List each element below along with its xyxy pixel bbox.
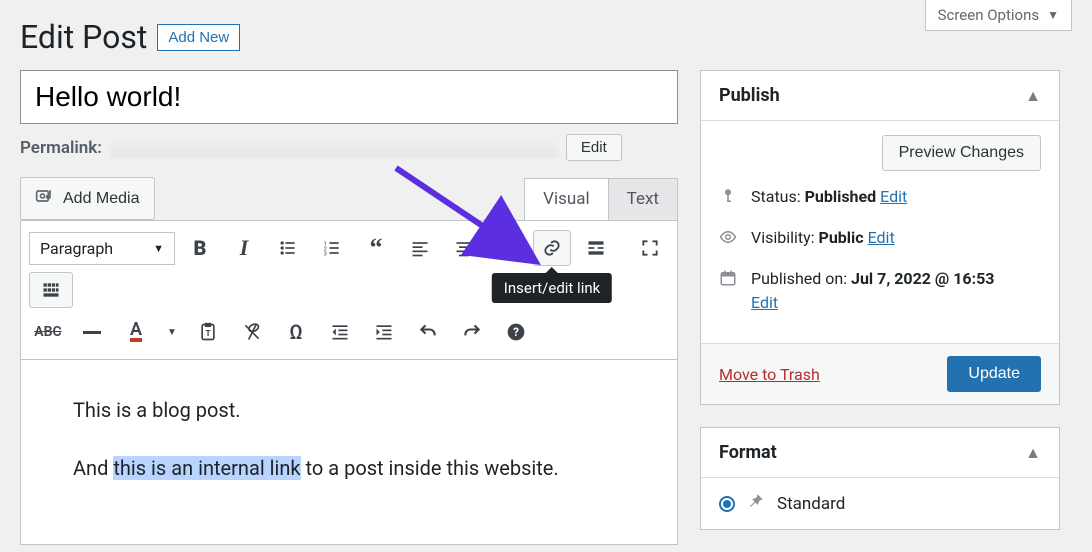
horizontal-rule-button[interactable] [73, 314, 111, 350]
add-media-label: Add Media [63, 190, 140, 208]
help-button[interactable]: ? [497, 314, 535, 350]
align-right-button[interactable] [489, 230, 527, 266]
editor-column: Permalink: Edit Add Media Visual T [20, 70, 678, 552]
calendar-icon [719, 269, 737, 294]
editor-paragraph-1: This is a blog post. [73, 394, 625, 426]
format-option-label: Standard [777, 494, 845, 514]
permalink-row: Permalink: Edit [20, 134, 678, 161]
selected-text: this is an internal link [113, 456, 300, 480]
post-title-input[interactable] [20, 70, 678, 124]
collapse-icon[interactable]: ▲ [1025, 86, 1041, 106]
permalink-url-blurred [110, 138, 558, 158]
editor-content[interactable]: This is a blog post. And this is an inte… [20, 360, 678, 545]
published-on-row: Published on: Jul 7, 2022 @ 16:53 Edit [719, 267, 1041, 315]
format-option-standard[interactable]: Standard [719, 492, 1041, 515]
numbered-list-button[interactable]: 123 [313, 230, 351, 266]
link-tooltip: Insert/edit link [492, 273, 612, 303]
add-media-button[interactable]: Add Media [20, 177, 155, 220]
format-box: Format ▲ Standard [700, 427, 1060, 530]
publish-box: Publish ▲ Preview Changes Status: Publis… [700, 70, 1060, 405]
visibility-edit-link[interactable]: Edit [868, 228, 895, 247]
tab-text[interactable]: Text [608, 178, 678, 220]
tab-visual[interactable]: Visual [524, 178, 608, 220]
toolbar-toggle-button[interactable] [29, 272, 73, 308]
outdent-button[interactable] [321, 314, 359, 350]
update-button[interactable]: Update [947, 356, 1041, 392]
preview-changes-button[interactable]: Preview Changes [882, 135, 1041, 171]
indent-button[interactable] [365, 314, 403, 350]
chevron-down-icon: ▼ [1047, 8, 1059, 22]
camera-music-icon [35, 186, 55, 211]
paragraph-selector[interactable]: Paragraph ▼ [29, 232, 175, 265]
fullscreen-button[interactable] [631, 230, 669, 266]
permalink-edit-button[interactable]: Edit [566, 134, 622, 161]
italic-button[interactable]: I [225, 230, 263, 266]
published-on-edit-link[interactable]: Edit [751, 293, 778, 312]
editor-paragraph-2: And this is an internal link to a post i… [73, 452, 625, 484]
special-character-button[interactable]: Ω [277, 314, 315, 350]
format-heading: Format [719, 442, 777, 463]
strikethrough-button[interactable]: ABC [29, 314, 67, 350]
paste-text-button[interactable]: T [189, 314, 227, 350]
pin-icon [747, 492, 765, 515]
visibility-row: Visibility: Public Edit [719, 226, 1041, 253]
status-edit-link[interactable]: Edit [880, 187, 907, 206]
chevron-down-icon: ▼ [153, 242, 164, 255]
text-color-button[interactable]: A [117, 314, 155, 350]
redo-button[interactable] [453, 314, 491, 350]
read-more-button[interactable] [577, 230, 615, 266]
clear-formatting-button[interactable] [233, 314, 271, 350]
screen-options-tab[interactable]: Screen Options ▼ [925, 0, 1072, 31]
screen-options-label: Screen Options [938, 6, 1040, 24]
svg-text:T: T [206, 329, 211, 339]
add-new-button[interactable]: Add New [157, 24, 240, 51]
paragraph-selector-label: Paragraph [40, 239, 113, 258]
align-left-button[interactable] [401, 230, 439, 266]
status-row: Status: Published Edit [719, 185, 1041, 212]
align-center-button[interactable] [445, 230, 483, 266]
svg-text:3: 3 [324, 252, 327, 258]
editor-toolbar: Paragraph ▼ B I 123 “ [20, 220, 678, 360]
key-icon [719, 187, 737, 212]
page-title: Edit Post [20, 18, 147, 56]
eye-icon [719, 228, 737, 253]
svg-text:?: ? [513, 325, 519, 339]
text-color-dropdown[interactable]: ▼ [161, 314, 183, 350]
radio-checked-icon [719, 496, 735, 512]
bullet-list-button[interactable] [269, 230, 307, 266]
move-to-trash-link[interactable]: Move to Trash [719, 365, 820, 384]
publish-heading: Publish [719, 85, 780, 106]
undo-button[interactable] [409, 314, 447, 350]
collapse-icon[interactable]: ▲ [1025, 443, 1041, 463]
blockquote-button[interactable]: “ [357, 230, 395, 266]
sidebar-column: Publish ▲ Preview Changes Status: Publis… [700, 70, 1060, 552]
insert-link-button[interactable]: Insert/edit link [533, 230, 571, 266]
bold-button[interactable]: B [181, 230, 219, 266]
permalink-label: Permalink: [20, 138, 102, 158]
